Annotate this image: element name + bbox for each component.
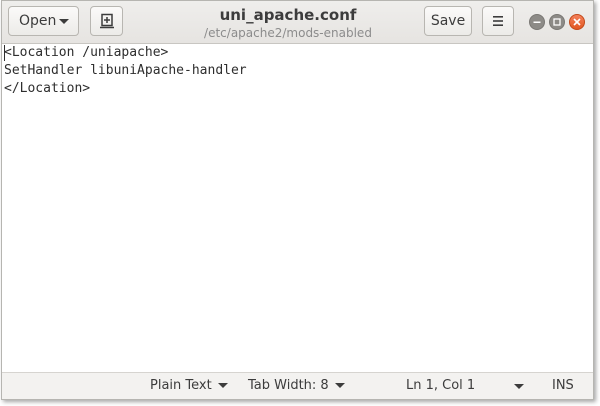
chevron-down-icon: [59, 19, 69, 24]
code-content: <Location /uniapache> SetHandler libuniAp…: [2, 44, 593, 98]
text-cursor: [4, 45, 5, 61]
editor-window: Open uni_apache.conf /etc/apache2/mods-e…: [1, 0, 594, 400]
save-button[interactable]: Save: [424, 6, 472, 36]
maximize-icon: [553, 18, 561, 26]
language-selector[interactable]: Plain Text: [150, 373, 228, 399]
new-document-button[interactable]: [90, 6, 123, 36]
tab-width-selector[interactable]: Tab Width: 8: [248, 373, 345, 399]
window-title: uni_apache.conf: [219, 6, 357, 24]
code-line: <Location /uniapache>: [4, 45, 169, 60]
open-button[interactable]: Open: [8, 6, 79, 36]
chevron-down-icon: [334, 383, 345, 388]
tab-width-label: Tab Width: 8: [248, 378, 329, 393]
cursor-position[interactable]: Ln 1, Col 1: [406, 373, 475, 399]
code-line: SetHandler libuniApache-handler: [4, 63, 247, 78]
title-block: uni_apache.conf /etc/apache2/mods-enable…: [172, 5, 404, 41]
close-button[interactable]: [569, 14, 585, 30]
close-icon: [573, 18, 581, 26]
open-button-label: Open: [19, 13, 57, 29]
header-bar: Open uni_apache.conf /etc/apache2/mods-e…: [2, 1, 593, 44]
insert-mode-indicator: INS: [552, 378, 574, 393]
hamburger-menu-icon: [493, 16, 503, 26]
minimize-icon: [533, 21, 541, 23]
new-document-icon: [99, 13, 114, 29]
maximize-button[interactable]: [549, 14, 565, 30]
chevron-down-icon[interactable]: [514, 384, 524, 389]
status-bar: Plain Text Tab Width: 8 Ln 1, Col 1 INS: [2, 372, 593, 399]
text-editor-area[interactable]: <Location /uniapache> SetHandler libuniAp…: [2, 44, 593, 373]
minimize-button[interactable]: [529, 14, 545, 30]
language-label: Plain Text: [150, 378, 212, 393]
menu-button[interactable]: [482, 6, 514, 36]
code-line: </Location>: [4, 81, 91, 96]
chevron-down-icon: [217, 383, 228, 388]
window-subtitle: /etc/apache2/mods-enabled: [204, 26, 372, 40]
